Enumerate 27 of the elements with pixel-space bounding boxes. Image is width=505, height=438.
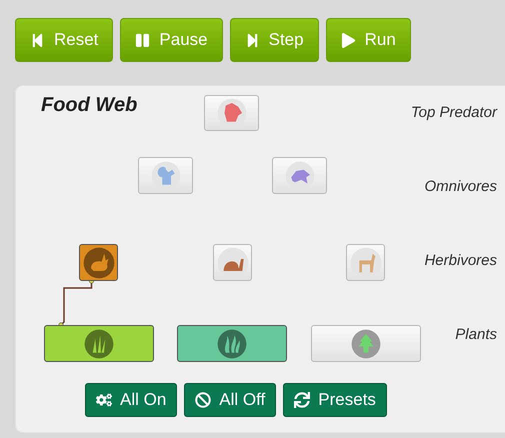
all-off-icon [195,392,212,408]
level-label: Herbivores [424,252,497,269]
organism-toggle[interactable] [79,244,118,281]
panel-title: Food Web [41,94,138,117]
pause-button[interactable]: Pause [120,18,223,62]
reset-button[interactable]: Reset [15,18,114,62]
organism-toggle[interactable] [272,157,327,194]
organism-toggle[interactable] [311,325,421,362]
reset-icon [30,32,45,48]
organism-toggle[interactable] [138,157,193,194]
presets-button[interactable]: Presets [283,383,387,417]
presets-icon [294,392,310,408]
organism-toggle[interactable] [204,95,259,131]
level-label: Top Predator [410,104,497,121]
organism-toggle[interactable] [44,325,154,362]
all-on-button[interactable]: All On [85,383,178,417]
level-label: Omnivores [424,178,497,195]
organism-toggle[interactable] [177,325,287,362]
step-button[interactable]: Step [230,18,319,62]
all-on-icon [96,392,112,408]
all-off-button[interactable]: All Off [184,383,276,417]
run-icon [340,32,356,48]
organism-toggle[interactable] [213,244,252,281]
level-label: Plants [455,326,497,343]
run-button[interactable]: Run [326,18,411,62]
pause-icon [135,32,150,48]
organism-toggle[interactable] [346,244,385,281]
